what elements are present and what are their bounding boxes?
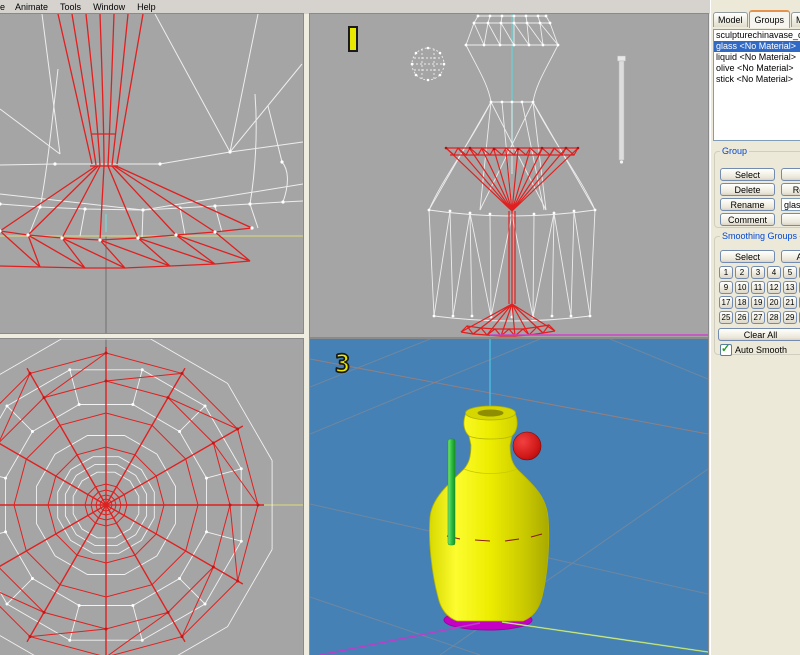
select-group-button[interactable]: Select (720, 168, 775, 181)
smoothing-group-17-button[interactable]: 17 (719, 296, 733, 309)
viewport-3d-perspective[interactable] (310, 339, 708, 655)
smoothing-group-5-button[interactable]: 5 (783, 266, 797, 279)
stick-wireframe (618, 56, 626, 61)
auto-smooth-label: Auto Smooth (735, 345, 787, 355)
menu-item-window[interactable]: Window (87, 2, 131, 12)
menu-item-help[interactable]: Help (131, 2, 162, 12)
viewport-top-view[interactable] (0, 339, 303, 655)
perspective-3d-svg (310, 339, 708, 655)
olive-3d (513, 432, 541, 460)
tab-groups[interactable]: Groups (749, 10, 791, 28)
smoothing-group-19-button[interactable]: 19 (751, 296, 765, 309)
regroup-button[interactable]: Regroup (781, 183, 800, 196)
smoothing-group-3-button[interactable]: 3 (751, 266, 765, 279)
tab-materials[interactable]: Materials (791, 12, 800, 27)
group-name-input[interactable] (781, 198, 800, 211)
rename-group-button[interactable]: Rename (720, 198, 775, 211)
group-section-title: Group (720, 146, 749, 156)
smoothing-group-28-button[interactable]: 28 (767, 311, 781, 324)
auto-smooth-checkbox[interactable]: ✓ (720, 344, 732, 356)
group-list[interactable]: sculpturechinavase_desglass <No Material… (713, 29, 800, 141)
smoothing-group-11-button[interactable]: 11 (751, 281, 765, 294)
smoothing-group-13-button[interactable]: 13 (783, 281, 797, 294)
menu-item-e[interactable]: e (0, 2, 9, 12)
tab-model[interactable]: Model (713, 12, 748, 27)
panel-tabs: ModelGroupsMaterials (713, 7, 800, 27)
stick-3d (448, 439, 455, 545)
smoothing-group-2-button[interactable]: 2 (735, 266, 749, 279)
group-list-item[interactable]: stick <No Material> (714, 74, 800, 85)
assign-smoothing-button[interactable]: Assign (781, 250, 800, 263)
side-panel: ModelGroupsMaterials sculpturechinavase_… (710, 0, 800, 655)
smoothing-group-25-button[interactable]: 25 (719, 311, 733, 324)
smoothing-group-26-button[interactable]: 26 (735, 311, 749, 324)
move-group-up-button[interactable]: Up (781, 213, 800, 226)
smoothing-section-title: Smoothing Groups (720, 231, 799, 241)
group-list-item[interactable]: glass <No Material> (714, 41, 800, 52)
select-smoothing-button[interactable]: Select (720, 250, 775, 263)
auto-smooth-checkbox-row[interactable]: ✓ Auto Smooth (720, 344, 787, 356)
group-list-item[interactable]: olive <No Material> (714, 63, 800, 74)
smoothing-group-4-button[interactable]: 4 (767, 266, 781, 279)
smoothing-group-27-button[interactable]: 27 (751, 311, 765, 324)
smoothing-group-9-button[interactable]: 9 (719, 281, 733, 294)
smoothing-groups-section: Smoothing Groups Select Assign 123456789… (714, 231, 800, 355)
group-list-item[interactable]: sculpturechinavase_des (714, 30, 800, 41)
front-closeup-wireframe-svg (0, 14, 303, 333)
viewport-front-closeup[interactable] (0, 14, 303, 333)
viewport-annotation-1 (348, 26, 358, 52)
top-view-wireframe-svg (0, 339, 303, 655)
smoothing-group-20-button[interactable]: 20 (767, 296, 781, 309)
group-list-item[interactable]: liquid <No Material> (714, 52, 800, 63)
viewport-front-full[interactable] (310, 14, 708, 337)
comment-group-button[interactable]: Comment (720, 213, 775, 226)
menu-item-animate[interactable]: Animate (9, 2, 54, 12)
viewport-annotation-3: 3 (335, 351, 350, 377)
group-section: Group Select Delete Rename Comment Hide … (714, 146, 800, 228)
smoothing-group-29-button[interactable]: 29 (783, 311, 797, 324)
menu-bar: eAnimateToolsWindowHelp (0, 0, 710, 15)
checkmark-icon: ✓ (721, 342, 730, 355)
smoothing-group-1-button[interactable]: 1 (719, 266, 733, 279)
smoothing-group-10-button[interactable]: 10 (735, 281, 749, 294)
smoothing-group-18-button[interactable]: 18 (735, 296, 749, 309)
smoothing-group-12-button[interactable]: 12 (767, 281, 781, 294)
front-full-wireframe-svg (310, 14, 708, 337)
menu-item-tools[interactable]: Tools (54, 2, 87, 12)
smoothing-group-21-button[interactable]: 21 (783, 296, 797, 309)
hide-group-button[interactable]: Hide (781, 168, 800, 181)
clear-all-button[interactable]: Clear All (718, 328, 800, 341)
viewport-area: 3 (0, 14, 710, 655)
delete-group-button[interactable]: Delete (720, 183, 775, 196)
